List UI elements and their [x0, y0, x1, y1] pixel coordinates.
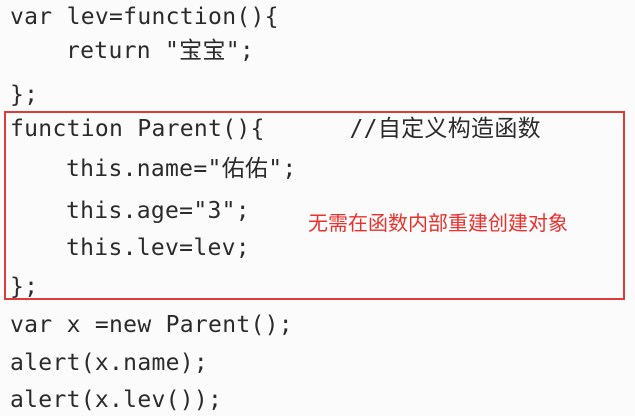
code-line-10: alert(x.name);: [10, 350, 209, 376]
annotation-note: 无需在函数内部重建创建对象: [308, 211, 568, 235]
code-line-9: var x =new Parent();: [10, 312, 293, 338]
code-line-8: };: [10, 274, 39, 300]
code-listing: var lev=function(){ return "宝宝"; }; func…: [0, 0, 635, 416]
code-line-4: function Parent(){ //自定义构造函数: [10, 116, 541, 142]
code-line-6: this.age="3";: [66, 198, 250, 224]
code-line-7: this.lev=lev;: [66, 235, 250, 261]
code-line-11: alert(x.lev());: [10, 387, 223, 413]
code-line-5: this.name="佑佑";: [66, 156, 297, 182]
code-line-1: var lev=function(){: [10, 4, 279, 30]
code-line-2: return "宝宝";: [66, 38, 255, 64]
code-line-3: };: [10, 82, 39, 108]
